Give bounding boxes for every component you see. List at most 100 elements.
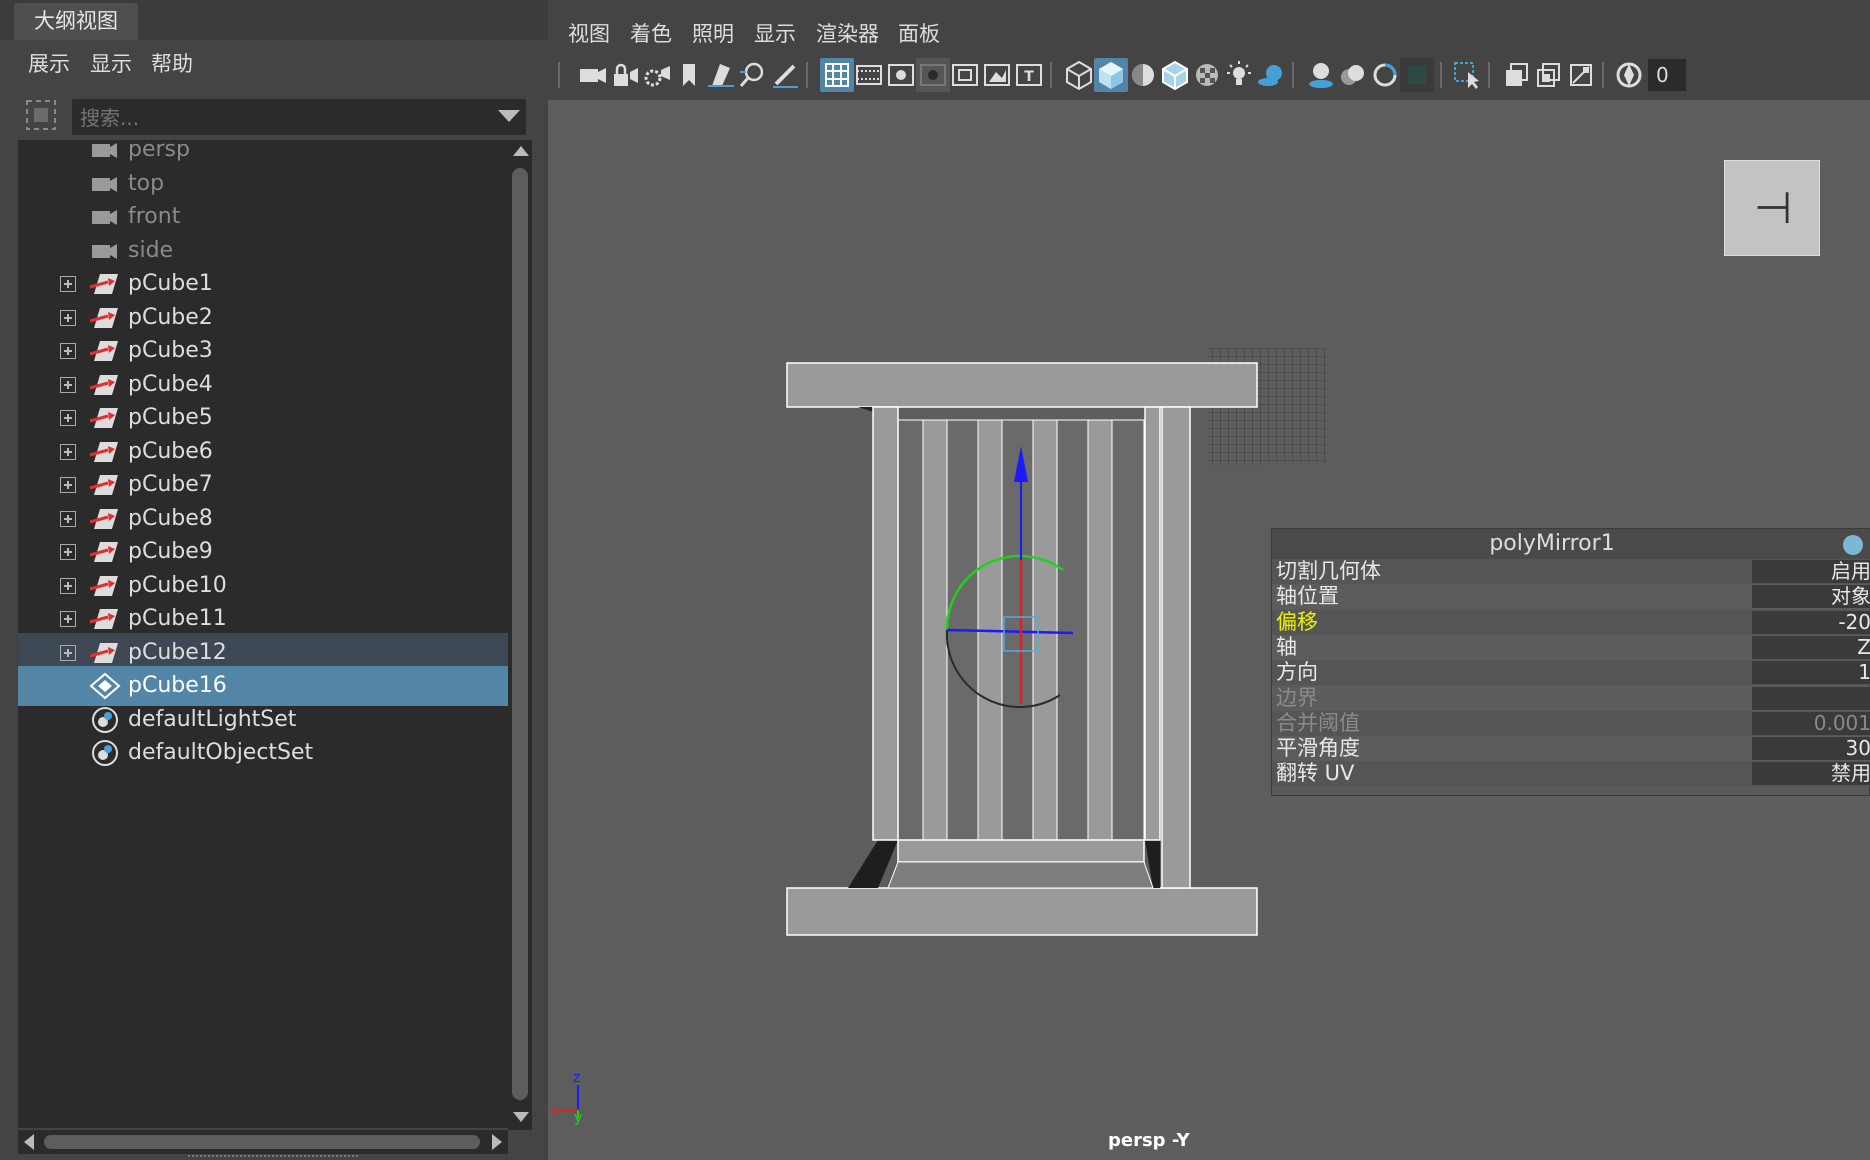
exposure-icon[interactable] [1612,58,1646,92]
menu-renderer[interactable]: 渲染器 [816,18,879,48]
attribute-value-field[interactable]: 0.001 [1752,711,1870,735]
field-chart-icon[interactable] [948,58,982,92]
scroll-right-icon[interactable] [492,1134,502,1150]
isolate-select-icon[interactable] [1450,58,1484,92]
exposure-field[interactable]: 0 [1648,59,1686,91]
textured-icon[interactable] [1190,58,1224,92]
search-dropdown-icon[interactable] [498,110,520,122]
attribute-value-field[interactable] [1752,686,1870,710]
smooth-shade-icon[interactable] [1094,58,1128,92]
attribute-row[interactable]: 轴Z [1272,634,1870,660]
film-gate-icon[interactable] [852,58,886,92]
menu-display[interactable]: 显示 [90,48,132,78]
expand-icon[interactable] [60,410,76,426]
menu-help[interactable]: 帮助 [151,48,193,78]
node-title[interactable]: polyMirror1 [1272,529,1832,559]
scroll-up-icon[interactable] [513,146,529,156]
menu-panels[interactable]: 面板 [898,18,940,48]
menu-display-show[interactable]: 展示 [28,48,70,78]
menu-show[interactable]: 显示 [754,18,796,48]
attribute-row[interactable]: 轴位置 对象 [1272,584,1870,610]
expand-icon[interactable] [60,577,76,594]
scroll-thumb[interactable] [512,168,528,1100]
attribute-row[interactable]: 合并阈值 0.001 [1272,710,1870,736]
bottom-plank[interactable] [786,887,1258,936]
safe-title-icon[interactable]: T [1012,58,1046,92]
top-plank[interactable] [786,362,1258,408]
expand-icon[interactable] [60,544,76,560]
attribute-value-field[interactable]: 1 [1752,661,1870,685]
shadows-icon[interactable] [1254,58,1288,92]
scroll-left-icon[interactable] [24,1134,34,1150]
2d-pan-zoom-icon[interactable] [736,58,770,92]
menu-view[interactable]: 视图 [568,18,610,48]
3d-viewport[interactable]: z x y ⊣ persp -Y polyMirror1 切割几何体 启用 轴位置 对… [548,100,1870,1160]
hscroll-thumb[interactable] [44,1135,480,1149]
camera-attributes-icon[interactable] [640,58,674,92]
outliner-horizontal-scrollbar[interactable] [18,1130,508,1154]
expand-icon[interactable] [60,510,76,527]
default-material-icon[interactable] [1126,58,1160,92]
attribute-row[interactable]: 切割几何体 启用 [1272,559,1870,584]
resolution-gate-icon[interactable] [884,58,918,92]
expand-icon[interactable] [60,611,76,627]
mesh-icon [88,337,122,365]
safe-action-icon[interactable] [980,58,1014,92]
use-all-lights-icon[interactable] [1222,58,1256,92]
search-input[interactable] [78,99,482,137]
bookmark-icon[interactable] [672,58,706,92]
attribute-row[interactable]: 方向 1 [1272,660,1870,686]
menu-shading[interactable]: 着色 [630,18,672,48]
left-post[interactable] [872,406,899,841]
motion-blur-icon[interactable] [1336,58,1370,92]
select-camera-icon[interactable] [576,58,610,92]
inner-bar[interactable] [922,419,948,841]
node-type-icon[interactable] [1843,535,1863,555]
xray-active-components-icon[interactable] [1564,58,1598,92]
attribute-value-field[interactable]: 启用 [1752,560,1870,583]
xray-joints-icon[interactable] [1532,58,1566,92]
attribute-row[interactable]: 偏移 -20 [1272,609,1870,635]
expand-icon[interactable] [60,376,76,393]
attribute-value-field[interactable]: 对象 [1752,585,1870,609]
xray-icon[interactable] [1500,58,1534,92]
scroll-down-icon[interactable] [513,1112,529,1122]
inner-bar[interactable] [1032,419,1058,841]
attribute-value-field[interactable]: Z [1752,635,1870,659]
expand-icon[interactable] [60,644,76,661]
gate-mask-icon[interactable] [916,58,950,92]
resize-grip[interactable] [188,1155,358,1160]
search-field[interactable] [72,99,526,137]
inner-bar[interactable] [1087,419,1113,841]
toolbar-separator [1602,62,1604,88]
attribute-row[interactable]: 平滑角度 30 [1272,736,1870,762]
expand-icon[interactable] [60,477,76,493]
expand-icon[interactable] [60,309,76,326]
wireframe-on-shaded-icon[interactable] [1158,58,1192,92]
attribute-row[interactable]: 翻转 UV 禁用 [1272,761,1870,787]
attribute-row[interactable]: 边界 [1272,685,1870,711]
grease-pencil-icon[interactable] [768,58,802,92]
filter-icon[interactable] [24,98,58,132]
expand-icon[interactable] [60,443,76,460]
outliner-item-defaultobjectset[interactable]: defaultObjectSet [18,733,508,773]
expand-icon[interactable] [60,276,76,292]
outliner-tab[interactable]: 大纲视图 [14,3,138,40]
ambient-occlusion-icon[interactable] [1304,58,1338,92]
expand-icon[interactable] [60,343,76,359]
depth-of-field-icon[interactable] [1400,58,1434,92]
right-post[interactable] [1161,406,1191,889]
attribute-value-field[interactable]: -20 [1752,610,1870,634]
outliner-vertical-scrollbar[interactable] [508,140,532,1130]
wireframe-icon[interactable] [1062,58,1096,92]
attribute-value-field[interactable]: 30 [1752,737,1870,761]
attribute-value-field[interactable]: 禁用 [1752,762,1870,786]
right-inner-post[interactable] [1144,406,1161,841]
menu-lighting[interactable]: 照明 [692,18,734,48]
lock-camera-icon[interactable] [608,58,642,92]
lower-crossbar[interactable] [897,839,1145,863]
anti-aliasing-icon[interactable] [1368,58,1402,92]
grid-icon[interactable] [820,58,854,92]
image-plane-icon[interactable] [704,58,738,92]
view-cube[interactable]: ⊣ [1724,160,1820,256]
